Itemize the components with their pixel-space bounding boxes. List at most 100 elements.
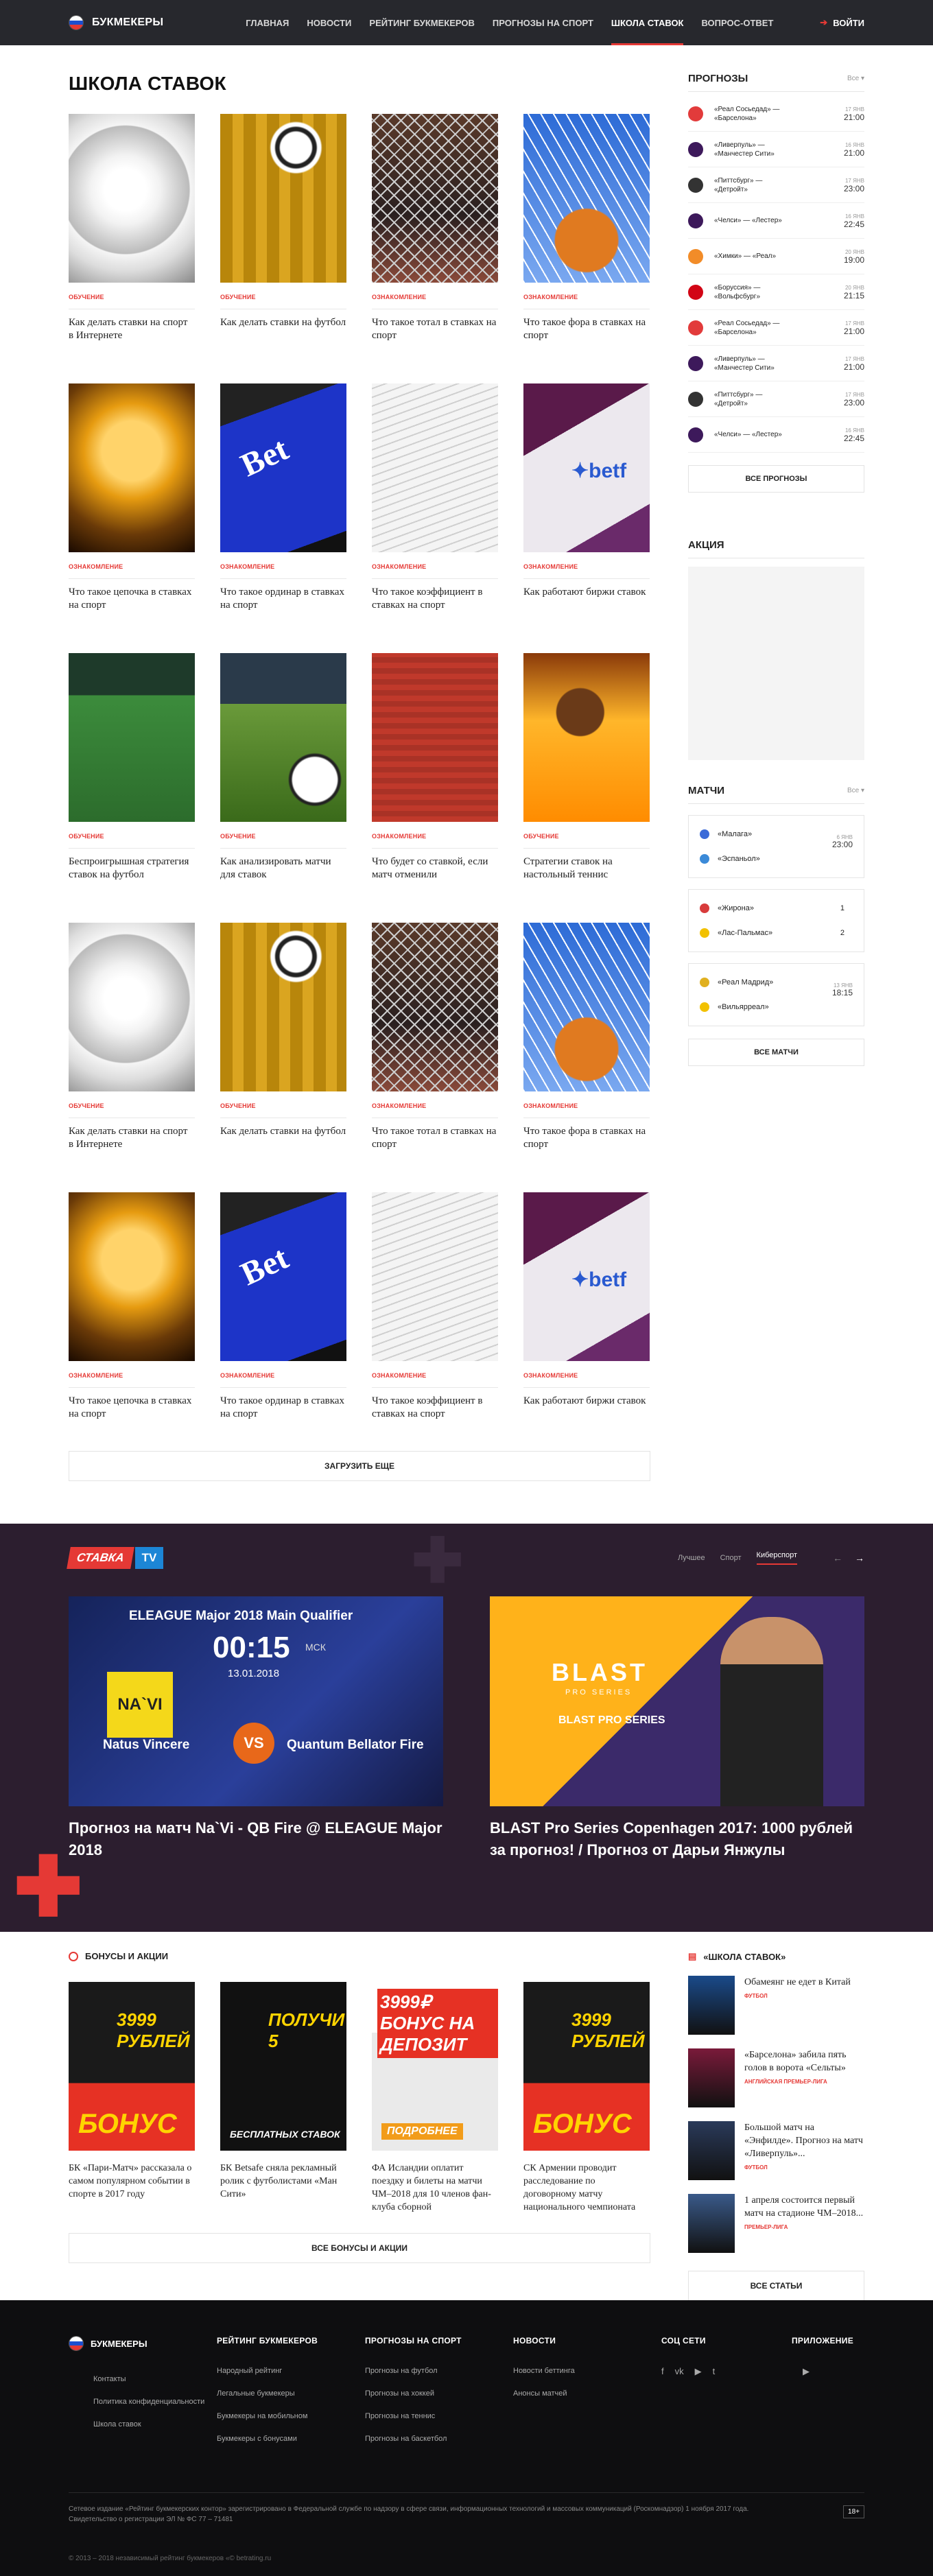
article-card[interactable]: ✦betf ОЗНАКОМЛЕНИЕ Как работают биржи ст… <box>523 383 650 626</box>
article-title[interactable]: Что такое коэффициент в ставках на спорт <box>372 1395 498 1434</box>
bonus-card[interactable]: 3999 РУБЛЕЙ БОНУС БК «Пари-Матч» рассказ… <box>69 1982 195 2214</box>
footer-link[interactable]: Букмекеры с бонусами <box>217 2434 365 2444</box>
article-title[interactable]: Что такое тотал в ставках на спорт <box>372 1125 498 1165</box>
all-matches-button[interactable]: ВСЕ МАТЧИ <box>688 1039 864 1066</box>
article-thumbnail[interactable] <box>688 2194 735 2253</box>
article-title[interactable]: Большой матч на «Энфилде». Прогноз на ма… <box>744 2121 864 2160</box>
footer-link[interactable]: Школа ставок <box>93 2420 217 2430</box>
article-category[interactable]: ОЗНАКОМЛЕНИЕ <box>220 563 346 570</box>
forecasts-filter[interactable]: Все ▾ <box>847 75 864 82</box>
stavka-tv-logo[interactable]: СТАВКА TV <box>67 1547 164 1569</box>
article-thumbnail[interactable] <box>69 653 195 822</box>
article-category[interactable]: ОБУЧЕНИЕ <box>69 833 195 840</box>
article-category[interactable]: ОБУЧЕНИЕ <box>69 294 195 300</box>
all-bonuses-button[interactable]: ВСЕ БОНУСЫ И АКЦИИ <box>69 2233 650 2263</box>
article-card[interactable]: Bet ОЗНАКОМЛЕНИЕ Что такое ординар в ста… <box>220 1192 346 1434</box>
article-title[interactable]: «Барселона» забила пять голов в ворота «… <box>744 2048 864 2075</box>
nav-item-news[interactable]: НОВОСТИ <box>307 0 351 45</box>
article-title[interactable]: Что такое цепочка в ставках на спорт <box>69 586 195 626</box>
login-button[interactable]: ➔ ВОЙТИ <box>820 17 864 28</box>
bonus-title[interactable]: БК «Пари-Матч» рассказала о самом популя… <box>69 2162 195 2201</box>
article-category[interactable]: ОЗНАКОМЛЕНИЕ <box>372 1372 498 1379</box>
footer-link[interactable]: Прогнозы на футбол <box>365 2366 513 2376</box>
article-title[interactable]: Как работают биржи ставок <box>523 586 650 626</box>
article-title[interactable]: Что такое цепочка в ставках на спорт <box>69 1395 195 1434</box>
footer-link[interactable]: Новости беттинга <box>513 2366 661 2376</box>
article-title[interactable]: Что такое фора в ставках на спорт <box>523 316 650 356</box>
article-category[interactable]: ОЗНАКОМЛЕНИЕ <box>69 1372 195 1379</box>
article-thumbnail[interactable] <box>69 923 195 1091</box>
forecast-item[interactable]: «Питтсбург» — «Детройт» 17 ЯНВ 23:00 <box>688 167 864 203</box>
article-category[interactable]: ОЗНАКОМЛЕНИЕ <box>523 1102 650 1109</box>
bonus-banner[interactable]: ПОЛУЧИ 5 БЕСПЛАТНЫХ СТАВОК <box>220 1982 346 2151</box>
load-more-button[interactable]: ЗАГРУЗИТЬ ЕЩЕ <box>69 1451 650 1481</box>
article-card[interactable]: ОБУЧЕНИЕ Как делать ставки на футбол <box>220 114 346 356</box>
bonus-banner[interactable]: 3999 РУБЛЕЙ БОНУС <box>69 1982 195 2151</box>
article-category[interactable]: ОЗНАКОМЛЕНИЕ <box>523 563 650 570</box>
school-article[interactable]: 1 апреля состоится первый матч на стадио… <box>688 2194 864 2253</box>
article-title[interactable]: Как делать ставки на спорт в Интернете <box>69 1125 195 1165</box>
bonus-banner[interactable]: 3999 РУБЛЕЙ БОНУС <box>523 1982 650 2151</box>
article-thumbnail[interactable]: ✦betf <box>523 1192 650 1361</box>
forecast-item[interactable]: «Питтсбург» — «Детройт» 17 ЯНВ 23:00 <box>688 381 864 417</box>
article-category[interactable]: ОЗНАКОМЛЕНИЕ <box>372 563 498 570</box>
article-category[interactable]: ОБУЧЕНИЕ <box>220 294 346 300</box>
article-card[interactable]: ОЗНАКОМЛЕНИЕ Что такое тотал в ставках н… <box>372 923 498 1165</box>
article-title[interactable]: Беспроигрышная стратегия ставок на футбо… <box>69 855 195 895</box>
article-thumbnail[interactable] <box>69 383 195 552</box>
bonus-title[interactable]: БК Betsafe сняла рекламный ролик с футбо… <box>220 2162 346 2201</box>
article-thumbnail[interactable]: Bet <box>220 1192 346 1361</box>
article-category[interactable]: ОБУЧЕНИЕ <box>220 1102 346 1109</box>
article-thumbnail[interactable] <box>688 2121 735 2180</box>
promo-banner[interactable] <box>688 567 864 760</box>
match-item[interactable]: 6 ЯНВ 23:00 «Малага» «Эспаньол» <box>688 815 864 878</box>
article-title[interactable]: 1 апреля состоится первый матч на стадио… <box>744 2194 864 2220</box>
article-category[interactable]: ОБУЧЕНИЕ <box>69 1102 195 1109</box>
article-card[interactable]: ОЗНАКОМЛЕНИЕ Что такое цепочка в ставках… <box>69 383 195 626</box>
article-thumbnail[interactable] <box>220 923 346 1091</box>
footer-link[interactable]: Прогнозы на теннис <box>365 2411 513 2422</box>
article-card[interactable]: ОЗНАКОМЛЕНИЕ Что такое тотал в ставках н… <box>372 114 498 356</box>
video-thumbnail[interactable]: ELEAGUE Major 2018 Main Qualifier 00:15 … <box>69 1596 443 1806</box>
article-card[interactable]: ОБУЧЕНИЕ Как делать ставки на спорт в Ин… <box>69 114 195 356</box>
footer-logo[interactable]: БУКМЕКЕРЫ <box>69 2336 217 2351</box>
article-category[interactable]: ОЗНАКОМЛЕНИЕ <box>372 833 498 840</box>
article-category[interactable]: ОЗНАКОМЛЕНИЕ <box>69 563 195 570</box>
article-category[interactable]: ОЗНАКОМЛЕНИЕ <box>523 1372 650 1379</box>
article-card[interactable]: ОБУЧЕНИЕ Как делать ставки на футбол <box>220 923 346 1165</box>
article-category[interactable]: ПРЕМЬЕР-ЛИГА <box>744 2224 864 2230</box>
article-category[interactable]: ОЗНАКОМЛЕНИЕ <box>220 1372 346 1379</box>
video-card[interactable]: BLAST PRO SERIES BLAST PRO SERIES BLAST … <box>490 1596 864 1861</box>
google-play-icon[interactable]: ▶ <box>803 2366 810 2377</box>
tv-tab-esports[interactable]: Киберспорт <box>756 1551 797 1565</box>
footer-link[interactable]: Контакты <box>93 2374 217 2385</box>
article-thumbnail[interactable]: ✦betf <box>523 383 650 552</box>
article-title[interactable]: Что будет со ставкой, если матч отменили <box>372 855 498 895</box>
youtube-icon[interactable]: ▶ <box>695 2366 702 2377</box>
article-category[interactable]: ОЗНАКОМЛЕНИЕ <box>372 1102 498 1109</box>
article-thumbnail[interactable] <box>372 923 498 1091</box>
nav-item-school[interactable]: ШКОЛА СТАВОК <box>611 0 683 45</box>
article-card[interactable]: ОБУЧЕНИЕ Как делать ставки на спорт в Ин… <box>69 923 195 1165</box>
article-category[interactable]: АНГЛИЙСКАЯ ПРЕМЬЕР-ЛИГА <box>744 2079 864 2085</box>
article-card[interactable]: ОЗНАКОМЛЕНИЕ Что такое коэффициент в ста… <box>372 1192 498 1434</box>
nav-item-faq[interactable]: ВОПРОС-ОТВЕТ <box>701 0 773 45</box>
footer-link[interactable]: Букмекеры на мобильном <box>217 2411 365 2422</box>
article-category[interactable]: ОБУЧЕНИЕ <box>523 833 650 840</box>
article-thumbnail[interactable] <box>523 653 650 822</box>
bonus-card[interactable]: 3999 РУБЛЕЙ БОНУС СК Армении проводит ра… <box>523 1982 650 2214</box>
all-forecasts-button[interactable]: ВСЕ ПРОГНОЗЫ <box>688 465 864 493</box>
article-title[interactable]: Обамеянг не едет в Китай <box>744 1976 851 1989</box>
article-card[interactable]: ОЗНАКОМЛЕНИЕ Что такое коэффициент в ста… <box>372 383 498 626</box>
article-card[interactable]: ОЗНАКОМЛЕНИЕ Что будет со ставкой, если … <box>372 653 498 895</box>
nav-item-home[interactable]: ГЛАВНАЯ <box>246 0 289 45</box>
prev-arrow-icon[interactable]: ← <box>833 1552 842 1563</box>
bonus-card[interactable]: ПОЛУЧИ 5 БЕСПЛАТНЫХ СТАВОК БК Betsafe сн… <box>220 1982 346 2214</box>
article-title[interactable]: Как работают биржи ставок <box>523 1395 650 1434</box>
forecast-item[interactable]: «Боруссия» — «Вольфсбург» 20 ЯНВ 21:15 <box>688 274 864 310</box>
article-thumbnail[interactable] <box>220 114 346 283</box>
forecast-item[interactable]: «Реал Сосьедад» — «Барселона» 17 ЯНВ 21:00 <box>688 96 864 132</box>
footer-link[interactable]: Прогнозы на баскетбол <box>365 2434 513 2444</box>
school-article[interactable]: Обамеянг не едет в Китай ФУТБОЛ <box>688 1976 864 2035</box>
article-card[interactable]: ОБУЧЕНИЕ Беспроигрышная стратегия ставок… <box>69 653 195 895</box>
